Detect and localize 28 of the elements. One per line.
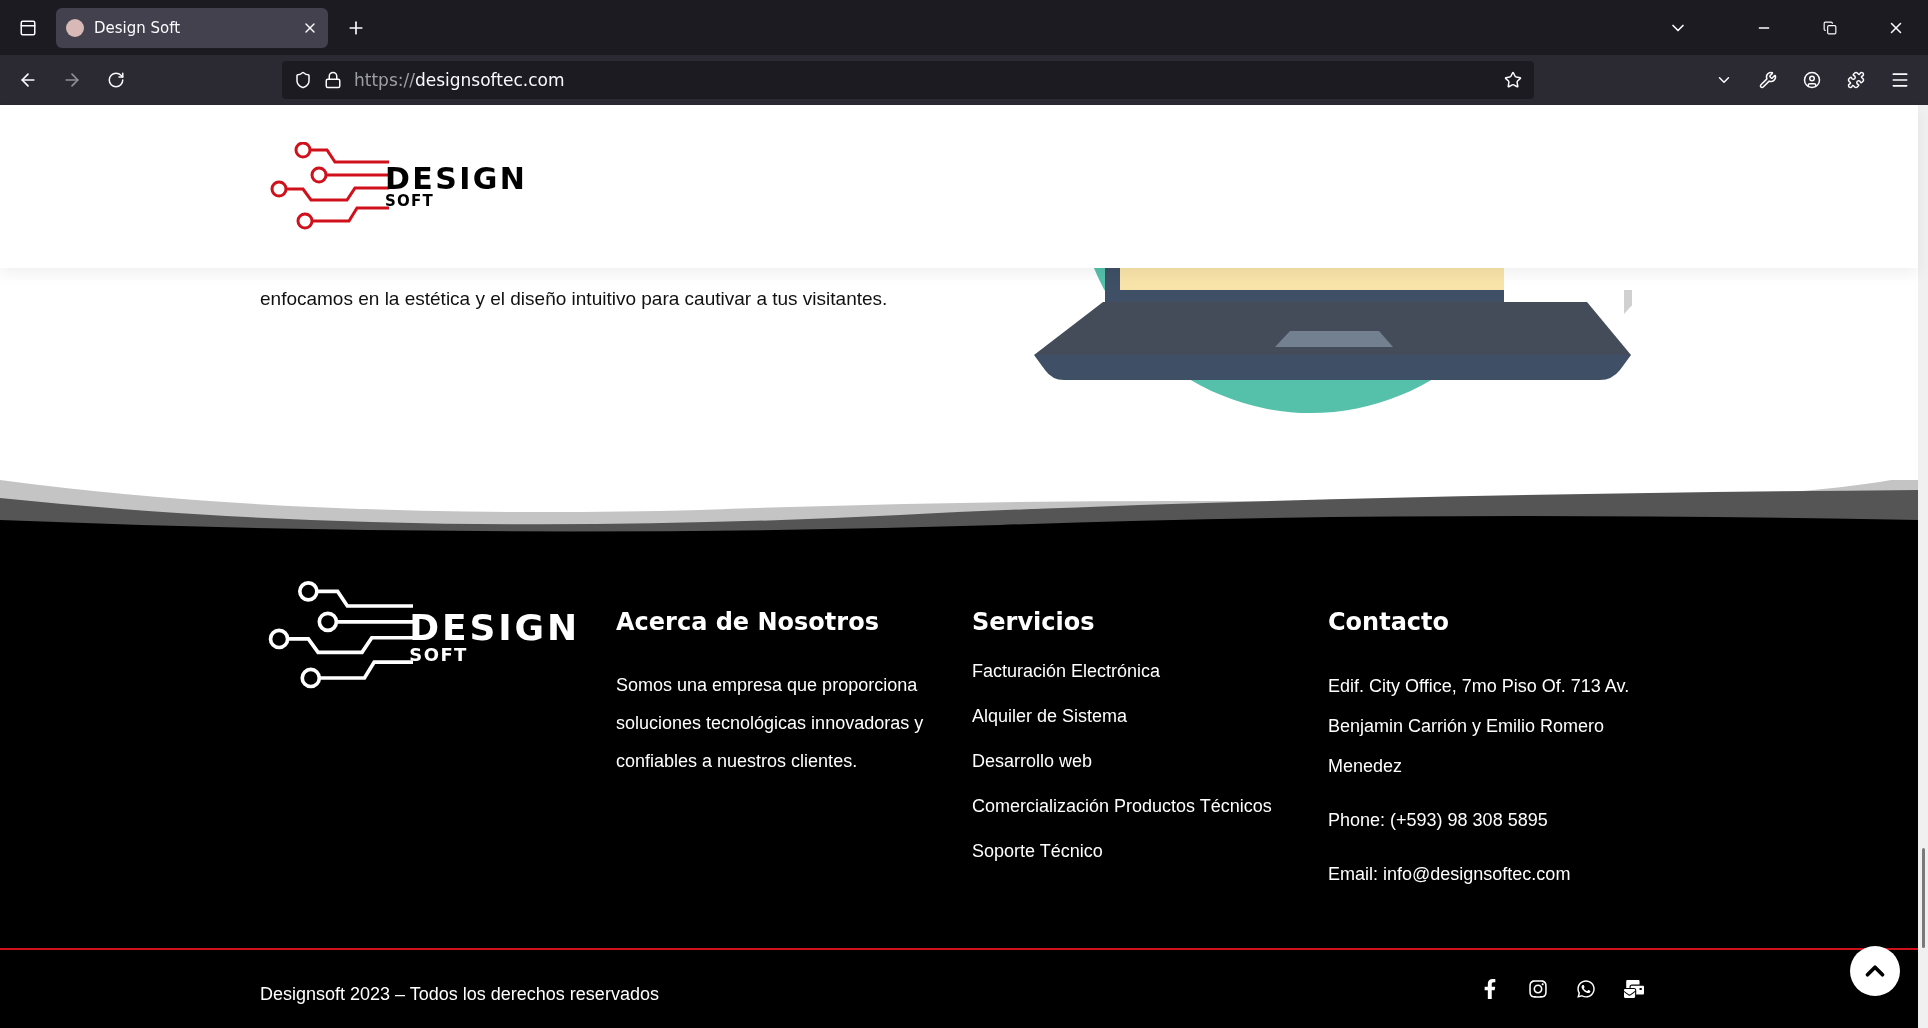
whatsapp-icon[interactable] bbox=[1576, 979, 1596, 999]
service-link[interactable]: Facturación Electrónica bbox=[972, 660, 1161, 682]
service-link[interactable]: Alquiler de Sistema bbox=[972, 705, 1128, 727]
mail-icon[interactable] bbox=[1624, 979, 1644, 999]
copyright-text: Designsoft 2023 – Todos los derechos reservados bbox=[260, 983, 660, 1005]
favicon-icon bbox=[66, 18, 84, 37]
logo-subtext: SOFT bbox=[385, 194, 435, 209]
footer-heading: Servicios bbox=[972, 607, 1096, 638]
footer-heading: Contacto bbox=[1328, 607, 1451, 638]
shield-icon bbox=[294, 71, 312, 89]
star-icon[interactable] bbox=[1504, 71, 1522, 89]
service-link[interactable]: Soporte Técnico bbox=[972, 840, 1103, 862]
contact-text: Edif. City Office, 7mo Piso Of. 713 Av. Benjamin Carrión y Emilio Romero Menedez bbox=[1328, 675, 1631, 778]
about-text: Somos una empresa que proporciona soluciones tecnológicas innovadoras y confiables a nuestros clientes. bbox=[616, 674, 925, 773]
contact-text: Email: info@designsoftec.com bbox=[1328, 863, 1572, 886]
footer-heading: Acerca de Nosotros bbox=[616, 607, 880, 638]
scrollbar[interactable] bbox=[1918, 105, 1928, 1028]
contact-text: Phone: (+593) 98 308 5895 bbox=[1328, 809, 1549, 832]
intro-text: enfocamos en la estética y el diseño intuitivo para cautivar a tus visitantes. bbox=[260, 288, 888, 311]
logo-text: DESIGN bbox=[409, 609, 580, 646]
service-link[interactable]: Desarrollo web bbox=[972, 750, 1093, 772]
lock-icon bbox=[324, 71, 342, 89]
logo-subtext: SOFT bbox=[409, 645, 469, 664]
logo-text: DESIGN bbox=[385, 164, 528, 194]
instagram-icon[interactable] bbox=[1528, 979, 1548, 999]
address-field[interactable]: https://designsoftec.com bbox=[282, 61, 1534, 99]
browser-tab[interactable]: Design Soft bbox=[56, 7, 328, 48]
service-link[interactable]: Comercialización Productos Técnicos bbox=[972, 795, 1272, 817]
